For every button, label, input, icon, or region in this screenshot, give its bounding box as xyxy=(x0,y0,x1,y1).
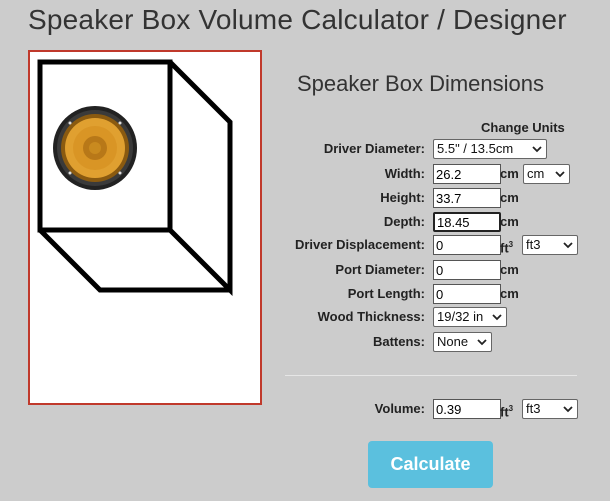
driver-displacement-unit-exponent: 3 xyxy=(508,240,514,249)
height-input[interactable] xyxy=(433,188,501,208)
chevron-down-icon xyxy=(492,314,502,321)
port-diameter-unit: cm xyxy=(500,262,519,277)
battens-label: Battens: xyxy=(372,334,425,349)
volume-label: Volume: xyxy=(374,401,425,416)
driver-diameter-select[interactable]: 5.5" / 13.5cm xyxy=(433,139,547,159)
volume-unit-select-value: ft3 xyxy=(526,401,541,416)
chevron-down-icon xyxy=(563,242,573,249)
port-diameter-label: Port Diameter: xyxy=(335,262,425,277)
height-unit: cm xyxy=(500,190,519,205)
page-title: Speaker Box Volume Calculator / Designer xyxy=(28,4,567,35)
port-length-label: Port Length: xyxy=(347,286,425,301)
driver-diameter-value: 5.5" / 13.5cm xyxy=(437,141,514,156)
wood-thickness-value: 19/32 in xyxy=(437,309,484,324)
width-unit-select[interactable]: cm xyxy=(523,164,570,184)
chevron-down-icon xyxy=(563,406,573,413)
battens-value: None xyxy=(437,334,469,349)
width-label: Width: xyxy=(384,166,425,181)
driver-displacement-input[interactable] xyxy=(433,235,501,255)
section-divider xyxy=(285,375,577,376)
volume-unit-exponent: 3 xyxy=(508,404,514,413)
port-length-input[interactable] xyxy=(433,284,501,304)
chevron-down-icon xyxy=(555,171,565,178)
speaker-driver-icon xyxy=(53,106,137,190)
volume-unit: ft3 xyxy=(500,399,513,422)
width-unit: cm xyxy=(500,166,519,181)
wood-thickness-select[interactable]: 19/32 in xyxy=(433,307,507,327)
driver-diameter-label: Driver Diameter: xyxy=(323,141,425,156)
port-diameter-input[interactable] xyxy=(433,260,501,280)
driver-displacement-label: Driver Displacement: xyxy=(294,237,425,252)
driver-displacement-unit-base: ft xyxy=(500,240,509,256)
driver-displacement-unit-select-value: ft3 xyxy=(526,237,541,252)
driver-displacement-unit: ft3 xyxy=(500,235,513,258)
port-length-unit: cm xyxy=(500,286,519,301)
height-label: Height: xyxy=(380,190,425,205)
depth-label: Depth: xyxy=(383,214,425,229)
chevron-down-icon xyxy=(532,146,542,153)
depth-input[interactable] xyxy=(433,212,501,232)
width-input[interactable] xyxy=(433,164,501,184)
calculate-button[interactable]: Calculate xyxy=(368,441,493,488)
box-side-face xyxy=(168,60,233,297)
battens-select[interactable]: None xyxy=(433,332,492,352)
change-units-label: Change Units xyxy=(481,120,565,135)
volume-unit-base: ft xyxy=(500,404,509,420)
driver-displacement-unit-select[interactable]: ft3 xyxy=(522,235,578,255)
dimensions-heading: Speaker Box Dimensions xyxy=(297,71,545,96)
width-unit-select-value: cm xyxy=(527,166,545,181)
wood-thickness-label: Wood Thickness: xyxy=(317,309,425,324)
volume-output xyxy=(433,399,501,419)
chevron-down-icon xyxy=(477,339,487,346)
volume-unit-select[interactable]: ft3 xyxy=(522,399,578,419)
depth-unit: cm xyxy=(500,214,519,229)
